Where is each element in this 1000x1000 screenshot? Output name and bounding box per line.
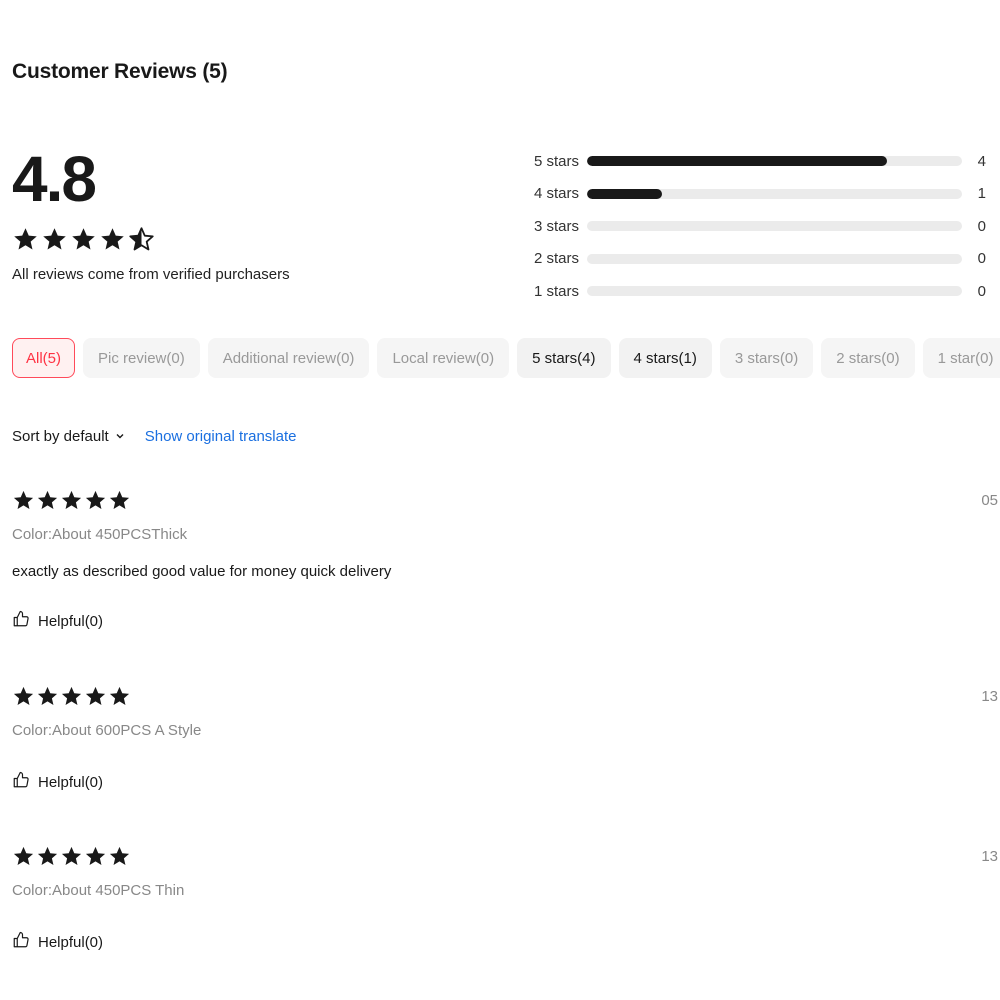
helpful-button[interactable]: Helpful(0) xyxy=(12,771,103,793)
thumbs-up-icon xyxy=(12,771,30,793)
page-title: Customer Reviews (5) xyxy=(12,60,228,83)
star-icon xyxy=(84,845,107,873)
distribution-row-5: 5 stars 4 xyxy=(534,145,986,178)
thumbs-up-icon xyxy=(12,610,30,632)
average-rating-stars xyxy=(12,226,312,258)
review-rating-stars xyxy=(12,846,1000,872)
helpful-button[interactable]: Helpful(0) xyxy=(12,610,103,632)
filter-3-stars[interactable]: 3 stars(0) xyxy=(719,338,814,378)
distribution-bar-track xyxy=(587,286,962,297)
star-icon xyxy=(108,845,131,873)
distribution-bar-fill xyxy=(587,188,662,199)
distribution-label: 5 stars xyxy=(534,152,580,170)
helpful-label: Helpful(0) xyxy=(38,933,104,951)
distribution-count: 0 xyxy=(977,282,986,300)
distribution-label: 2 stars xyxy=(534,250,580,268)
star-icon xyxy=(84,685,107,713)
distribution-bar-track xyxy=(587,221,962,232)
filter-4-stars[interactable]: 4 stars(1) xyxy=(618,338,712,378)
distribution-bar-track xyxy=(587,253,962,264)
verified-note: All reviews come from verified purchaser… xyxy=(12,266,290,283)
review-date: 13 xyxy=(981,688,998,705)
star-icon xyxy=(60,845,83,873)
review-filters: All(5) Pic review(0) Additional review(0… xyxy=(12,338,1000,378)
sort-label: Sort by default xyxy=(12,428,109,445)
filter-2-stars[interactable]: 2 stars(0) xyxy=(821,338,915,378)
review-item: 13 Color:About 450PCS Thin Helpful(0) xyxy=(12,846,1000,953)
filter-pic-review[interactable]: Pic review(0) xyxy=(83,338,200,378)
review-sku: Color:About 600PCS A Style xyxy=(12,722,202,739)
helpful-label: Helpful(0) xyxy=(38,773,104,791)
star-icon xyxy=(12,845,35,873)
distribution-bar-track xyxy=(587,156,962,167)
distribution-label: 4 stars xyxy=(534,185,580,203)
filter-all[interactable]: All(5) xyxy=(12,338,76,378)
review-date: 13 xyxy=(981,848,998,865)
thumbs-up-icon xyxy=(12,931,30,953)
star-icon xyxy=(12,489,35,517)
helpful-button[interactable]: Helpful(0) xyxy=(12,931,103,953)
distribution-bar-fill xyxy=(587,156,887,167)
star-icon xyxy=(36,489,59,517)
show-original-link[interactable]: Show original translate xyxy=(145,428,297,445)
rating-distribution: 5 stars 4 4 stars 1 3 stars 0 2 stars 0 … xyxy=(534,145,986,308)
star-icon xyxy=(12,226,39,258)
distribution-count: 0 xyxy=(977,250,986,268)
distribution-count: 4 xyxy=(977,152,986,170)
star-icon xyxy=(108,685,131,713)
distribution-label: 1 stars xyxy=(534,282,580,300)
star-icon xyxy=(70,226,97,258)
distribution-row-2: 2 stars 0 xyxy=(534,243,986,276)
distribution-row-3: 3 stars 0 xyxy=(534,210,986,243)
filter-local-review[interactable]: Local review(0) xyxy=(377,338,510,378)
star-icon xyxy=(41,226,68,258)
chevron-down-icon xyxy=(115,428,125,445)
review-text: exactly as described good value for mone… xyxy=(12,563,392,580)
distribution-row-1: 1 stars 0 xyxy=(534,275,986,308)
star-half-icon xyxy=(128,226,155,258)
star-icon xyxy=(36,685,59,713)
filter-1-star[interactable]: 1 star(0) xyxy=(922,338,1000,378)
distribution-row-4: 4 stars 1 xyxy=(534,178,986,211)
distribution-count: 0 xyxy=(977,217,986,235)
review-item: 13 Color:About 600PCS A Style Helpful(0) xyxy=(12,686,1000,793)
star-icon xyxy=(36,845,59,873)
review-date: 05 xyxy=(981,492,998,509)
review-rating-stars xyxy=(12,490,1000,516)
review-sku: Color:About 450PCS Thin xyxy=(12,882,185,899)
star-icon xyxy=(84,489,107,517)
distribution-count: 1 xyxy=(977,185,986,203)
review-rating-stars xyxy=(12,686,1000,712)
average-score: 4.8 xyxy=(12,143,97,215)
helpful-label: Helpful(0) xyxy=(38,612,104,630)
review-sku: Color:About 450PCSThick xyxy=(12,526,188,543)
filter-5-stars[interactable]: 5 stars(4) xyxy=(517,338,611,378)
star-icon xyxy=(60,489,83,517)
filter-additional-review[interactable]: Additional review(0) xyxy=(207,338,370,378)
rating-summary: 4.8 All reviews come from verified purch… xyxy=(12,140,312,283)
star-icon xyxy=(99,226,126,258)
review-item: 05 Color:About 450PCSThick exactly as de… xyxy=(12,490,1000,632)
sort-dropdown[interactable]: Sort by default xyxy=(12,428,125,445)
star-icon xyxy=(60,685,83,713)
distribution-label: 3 stars xyxy=(534,217,580,235)
star-icon xyxy=(12,685,35,713)
distribution-bar-track xyxy=(587,188,962,199)
sort-bar: Sort by default Show original translate xyxy=(12,428,297,445)
star-icon xyxy=(108,489,131,517)
